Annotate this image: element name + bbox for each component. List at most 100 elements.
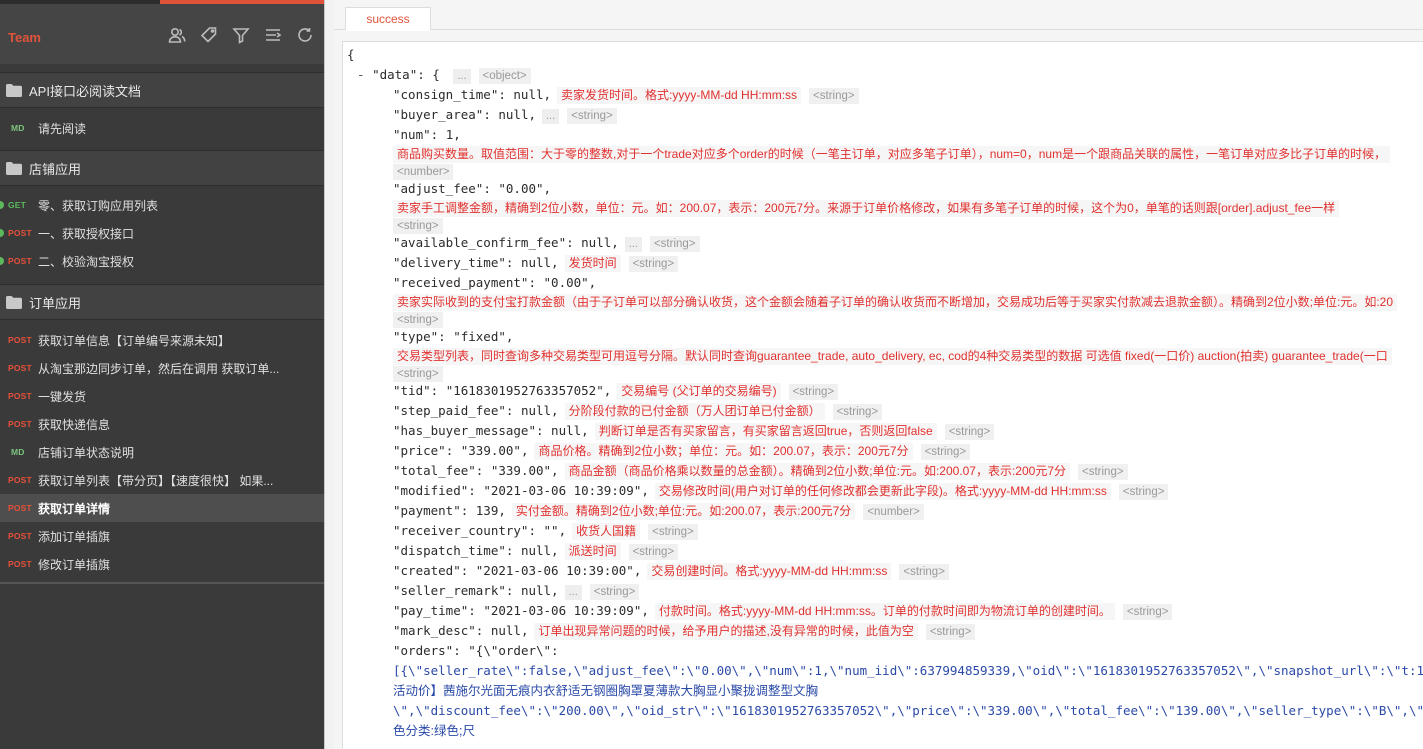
method-badge: POST	[8, 559, 32, 569]
ellipsis-button[interactable]: ...	[542, 109, 560, 124]
type-badge: <string>	[944, 424, 995, 440]
json-key: "orders"	[393, 643, 454, 658]
type-badge: <string>	[899, 564, 949, 580]
orders-value-line: [{\"seller_rate\":false,\"adjust_fee\":\…	[393, 663, 1423, 678]
sidebar-item-verify-auth[interactable]: POST 二、校验淘宝授权	[0, 247, 324, 275]
collapse-toggle[interactable]: -	[357, 67, 365, 82]
method-badge: POST	[8, 391, 32, 401]
sidebar-item-order-detail[interactable]: POST 获取订单详情	[0, 494, 324, 522]
sidebar-item-get-auth[interactable]: POST 一、获取授权接口	[0, 219, 324, 247]
method-badge: POST	[8, 228, 32, 238]
sidebar-item-edit-flag[interactable]: POST 修改订单插旗	[0, 550, 324, 578]
ellipsis-button[interactable]: ...	[453, 69, 471, 84]
sidebar-item-read-first[interactable]: MD 请先阅读	[0, 114, 324, 142]
json-value: : null,	[483, 107, 536, 122]
sidebar-item-label: 添加订单插旗	[38, 529, 111, 544]
json-field-line: "num": 1,	[393, 125, 461, 145]
toolbar	[168, 26, 314, 44]
folder-api-docs[interactable]: API接口必阅读文档	[0, 72, 324, 108]
sidebar-item-order-list[interactable]: POST 获取订单列表【带分页】【速度很快】 如果...	[0, 466, 324, 494]
folder-label: 店铺应用	[29, 161, 82, 177]
json-key: "step_paid_fee"	[393, 403, 506, 418]
json-value: : 1,	[430, 127, 461, 142]
sidebar-item-label: 获取快递信息	[38, 417, 111, 432]
json-field-line: "payment": 139, 实付金额。精确到2位小数;单位:元。如:200.0…	[393, 501, 924, 521]
type-badge: <string>	[567, 108, 617, 124]
json-type-line: <string>	[393, 309, 443, 329]
user-icon[interactable]	[168, 26, 186, 44]
field-description: 订单出现异常问题的时候，给予用户的描述,没有异常的时候，此值为空	[534, 623, 918, 640]
folder-icon	[6, 162, 22, 175]
sidebar-item-get-app-list[interactable]: GET 零、获取订购应用列表	[0, 191, 324, 219]
json-value: : "339.00",	[445, 443, 529, 458]
type-badge: <object>	[478, 68, 531, 84]
folder-order-apps[interactable]: 订单应用	[0, 284, 324, 320]
json-type-line: <string>	[393, 363, 443, 383]
sort-icon[interactable]	[264, 26, 282, 44]
team-label[interactable]: Team	[8, 30, 41, 45]
json-value: : "0.00",	[528, 275, 597, 290]
json-key: "adjust_fee"	[393, 181, 484, 196]
json-value: : "2021-03-06 10:39:09",	[468, 603, 649, 618]
json-viewer: { - "data": { ... <object> "consign_time"…	[342, 41, 1423, 749]
folder-shop-apps[interactable]: 店铺应用	[0, 150, 324, 186]
json-key: "consign_time"	[393, 87, 499, 102]
field-description: 发货时间	[564, 255, 621, 272]
sidebar-item-label: 获取订单列表【带分页】【速度很快】 如果...	[38, 473, 274, 488]
header-accent-bar	[160, 0, 324, 4]
ellipsis-button[interactable]: ...	[564, 585, 582, 600]
json-description-line: 卖家实际收到的支付宝打款金额（由于子订单可以部分确认收货，这个金额会随着子订单的…	[393, 292, 1398, 312]
sidebar-item-sync-order[interactable]: POST 从淘宝那边同步订单，然后在调用 获取订单...	[0, 354, 324, 382]
method-badge: MD	[11, 123, 25, 133]
sidebar-item-one-click-ship[interactable]: POST 一键发货	[0, 382, 324, 410]
type-badge: <string>	[788, 384, 839, 400]
sidebar-item-order-info[interactable]: POST 获取订单信息【订单编号来源未知】	[0, 326, 324, 354]
json-field-line: "step_paid_fee": null, 分阶段付款的已付金额（万人团订单已付…	[393, 401, 883, 421]
method-badge: MD	[11, 447, 25, 457]
refresh-icon[interactable]	[296, 26, 314, 44]
json-key: "modified"	[393, 483, 469, 498]
json-field-line: "pay_time": "2021-03-06 10:39:09", 付款时间。格…	[393, 601, 1173, 621]
json-key: "buyer_area"	[393, 107, 484, 122]
field-description: 派送时间	[564, 543, 621, 560]
type-badge: <string>	[1078, 464, 1128, 480]
json-field-line: "received_payment": "0.00",	[393, 273, 596, 293]
filter-icon[interactable]	[232, 26, 250, 44]
ellipsis-button[interactable]: ...	[624, 237, 642, 252]
type-badge: <string>	[809, 88, 859, 104]
folder-label: 订单应用	[29, 295, 82, 311]
sidebar-item-label: 店铺订单状态说明	[38, 445, 135, 460]
field-description: 商品购买数量。取值范围：大于零的整数,对于一个trade对应多个order的时候…	[393, 146, 1391, 163]
json-key: "dispatch_time"	[393, 543, 506, 558]
method-badge: POST	[8, 475, 32, 485]
type-badge: <string>	[1118, 484, 1169, 500]
sidebar-item-add-flag[interactable]: POST 添加订单插旗	[0, 522, 324, 550]
json-value: : null,	[498, 87, 552, 102]
tab-success[interactable]: success	[345, 7, 431, 31]
json-field-line: "delivery_time": null, 发货时间 <string>	[393, 253, 679, 273]
response-tabs: success	[334, 0, 1423, 31]
tag-icon[interactable]	[200, 26, 218, 44]
json-value: : 139,	[460, 503, 506, 518]
json-field-line: "mark_desc": null, 订单出现异常问题的时候，给予用户的描述,没有…	[393, 621, 976, 641]
type-badge: <string>	[628, 256, 679, 272]
type-badge: <string>	[589, 584, 640, 600]
json-value: : "339.00",	[475, 463, 559, 478]
folder-label: API接口必阅读文档	[29, 83, 141, 99]
json-value: : null,	[505, 403, 559, 418]
sidebar-item-label: 一、获取授权接口	[38, 226, 135, 241]
json-key: "receiver_country"	[393, 523, 529, 538]
sidebar-item-express-info[interactable]: POST 获取快递信息	[0, 410, 324, 438]
type-badge: <number>	[863, 504, 924, 520]
sidebar-item-order-status-doc[interactable]: MD 店铺订单状态说明	[0, 438, 324, 466]
panel-resize-handle[interactable]	[324, 0, 334, 749]
json-open-brace: {	[347, 47, 355, 62]
json-value: : "",	[528, 523, 567, 538]
json-description-line: 卖家手工调整金额，精确到2位小数，单位：元。如：200.07，表示：200元7分…	[393, 198, 1340, 218]
sidebar-item-label: 一键发货	[38, 389, 87, 404]
json-key: "type"	[393, 329, 439, 344]
orders-value-line: 活动价】茜施尔光面无痕内衣舒适无钢圈胸罩夏薄款大胸显小聚拢调整型文胸	[393, 684, 819, 698]
json-description-line: 商品购买数量。取值范围：大于零的整数,对于一个trade对应多个order的时候…	[393, 144, 1391, 164]
type-badge: <string>	[920, 444, 971, 460]
type-badge: <string>	[925, 624, 976, 640]
